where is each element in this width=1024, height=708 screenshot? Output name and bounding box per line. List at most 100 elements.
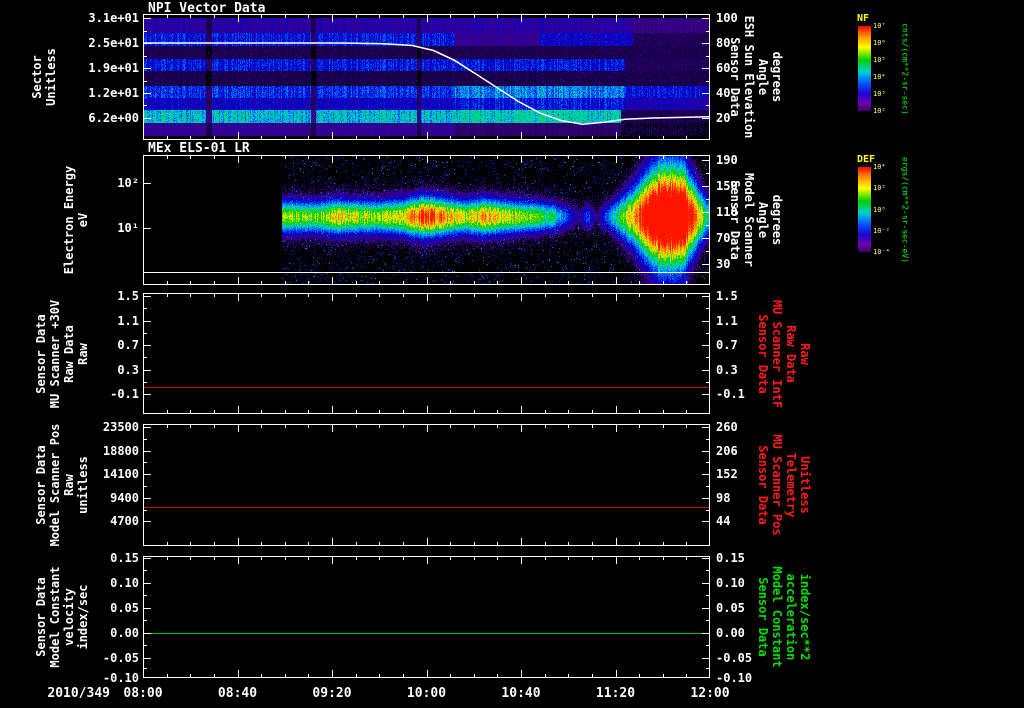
x-axis-tick-label: 10:40: [501, 686, 541, 701]
axis-title-line: MU Scanner +30V: [48, 299, 62, 408]
model-left-axis-title: Sensor Data Model Constant velocity index/s…: [34, 566, 90, 667]
nf-colorbar-tick-label: 10⁶: [873, 39, 886, 47]
mu30v-right-tick-label: -0.1: [716, 387, 745, 402]
def-colorbar-tick-label: 10⁻⁴: [873, 248, 890, 256]
def-colorbar-unit-label: ergs/(cm**2-sr-sec-eV): [900, 156, 910, 263]
mu30v-right-tick-label: 0.7: [716, 338, 738, 353]
x-axis-tick-label: 08:40: [217, 686, 258, 701]
plot-stage: NPI Vector Data MEx ELS-01 LR 2010/349 3…: [0, 0, 1024, 708]
scanpos-left-tick-label: 14100: [102, 467, 139, 482]
scanpos-left-tick-label: 4700: [110, 513, 139, 528]
axis-title-line: Unitless: [798, 456, 812, 514]
mu30v-left-tick-label: 0.3: [117, 362, 139, 377]
axis-title-line: MU Scanner IntF: [770, 299, 784, 408]
model-right-tick-label: 0.10: [716, 575, 745, 590]
axis-title-line: Angle: [756, 58, 770, 96]
axis-title-line: eV: [76, 212, 90, 228]
scanpos-right-tick-label: 152: [716, 467, 738, 482]
els-right-axis-title: degrees Angle Model Scanner Sensor Data: [728, 173, 784, 267]
model-plot-canvas: [143, 556, 710, 678]
axis-title-line: unitless: [76, 456, 90, 514]
axis-title-line: Angle: [756, 201, 770, 239]
axis-title-line: Model Scanner: [742, 173, 756, 267]
def-colorbar-tick-label: 10²: [873, 184, 886, 193]
scanpos-left-tick-label: 18800: [102, 443, 139, 458]
date-label: 2010/349: [47, 686, 110, 701]
mu30v-right-axis-title: Raw Raw Data MU Scanner IntF Sensor Data: [756, 299, 812, 407]
def-colorbar: [858, 167, 871, 252]
model-right-tick-label: 0.00: [716, 625, 745, 640]
axis-title-line: Raw: [798, 342, 812, 365]
nf-colorbar-tick-label: 10⁵: [873, 56, 886, 64]
model-right-tick-label: 0.15: [716, 550, 745, 565]
axis-title-line: Sector: [30, 55, 44, 99]
npi-left-tick-label: 3.1e+01: [88, 11, 139, 26]
nf-colorbar-unit-label: cnts/(cm**2-sr-sec): [900, 22, 910, 115]
model-left-tick-label: 0.15: [110, 550, 139, 565]
model-left-tick-label: -0.05: [102, 650, 139, 665]
scanpos-left-tick-label: 9400: [110, 491, 139, 506]
axis-title-line: Sensor Data: [34, 313, 48, 394]
mu30v-left-tick-label: 1.5: [117, 289, 139, 304]
axis-title-line: Model Constant: [770, 566, 784, 668]
scanpos-left-tick-label: 23500: [102, 420, 139, 435]
mu30v-left-tick-label: 1.1: [117, 313, 139, 328]
els-right-tick-label: 190: [716, 153, 738, 168]
axis-title-line: MU Scanner Pos: [770, 434, 784, 536]
scanpos-right-tick-label: 98: [716, 491, 731, 506]
axis-title-line: index/sec**2: [798, 573, 812, 661]
x-axis-tick-label: 09:20: [312, 686, 352, 701]
axis-title-line: Sensor Data: [34, 577, 48, 657]
model-right-tick-label: -0.10: [716, 671, 753, 685]
mu30v-right-tick-label: 1.5: [716, 289, 738, 304]
els-left-tick-label: 10²: [117, 175, 139, 190]
axis-title-line: Sensor Data: [756, 577, 770, 657]
npi-left-tick-label: 1.2e+01: [88, 86, 139, 100]
npi-left-tick-label: 2.5e+01: [88, 35, 139, 50]
x-axis-tick-label: 10:00: [406, 686, 447, 701]
scanpos-right-tick-label: 260: [716, 420, 738, 435]
mu30v-left-tick-label: -0.1: [110, 387, 139, 402]
model-left-tick-label: -0.10: [102, 671, 139, 685]
nf-colorbar-tick-label: 10³: [873, 90, 886, 98]
axis-title-line: Unitless: [44, 48, 58, 106]
scanpos-right-axis-title: Unitless Telemetry MU Scanner Pos Sensor Da…: [756, 434, 812, 535]
axis-title-line: degrees: [770, 51, 784, 103]
axis-title-line: velocity: [62, 588, 76, 646]
scanpos-plot-canvas: [143, 424, 710, 546]
axis-title-line: Sensor Data: [728, 37, 742, 117]
axis-title-line: Raw Data: [784, 324, 798, 383]
els-plot-canvas: [143, 155, 710, 285]
nf-colorbar-tick-label: 10⁷: [873, 22, 886, 30]
model-left-tick-label: 0.00: [110, 625, 139, 640]
axis-title-line: Sensor Data: [756, 313, 770, 394]
els-left-tick-label: 10¹: [117, 221, 139, 236]
npi-right-axis-title: degrees Angle ESH Sun Elevation Sensor Data: [728, 16, 784, 139]
x-axis-tick-label: 08:00: [123, 686, 163, 701]
model-left-tick-label: 0.10: [110, 575, 139, 590]
nf-colorbar-tick-label: 10²: [873, 107, 886, 115]
npi-left-tick-label: 6.2e+00: [88, 110, 139, 125]
npi-left-tick-label: 1.9e+01: [88, 61, 139, 76]
npi-plot-canvas: [143, 14, 710, 140]
els-left-axis-title: Electron Energy eV: [62, 166, 90, 274]
model-right-tick-label: -0.05: [716, 650, 753, 665]
x-axis-tick-label: 12:00: [690, 686, 730, 701]
axis-title-line: index/sec: [76, 584, 90, 650]
axis-title-line: Telemetry: [784, 452, 798, 518]
axis-title-line: Model Constant: [48, 566, 62, 668]
axis-title-line: Raw: [76, 342, 90, 365]
axis-title-line: degrees: [770, 194, 784, 246]
mu30v-right-tick-label: 1.1: [716, 313, 738, 328]
axis-title-line: Sensor Data: [756, 445, 770, 525]
axis-title-line: Raw Data: [62, 324, 76, 383]
els-panel-title: MEx ELS-01 LR: [148, 141, 250, 156]
axis-title-line: Sensor Data: [728, 180, 742, 260]
axis-title-line: acceleration: [784, 573, 798, 661]
model-right-tick-label: 0.05: [716, 600, 745, 615]
axis-title-line: Electron Energy: [62, 165, 76, 275]
def-colorbar-tick-label: 10⁴: [873, 163, 886, 171]
scanpos-right-tick-label: 206: [716, 443, 738, 458]
axis-title-line: ESH Sun Elevation: [742, 15, 756, 139]
mu30v-left-tick-label: 0.7: [117, 338, 139, 353]
